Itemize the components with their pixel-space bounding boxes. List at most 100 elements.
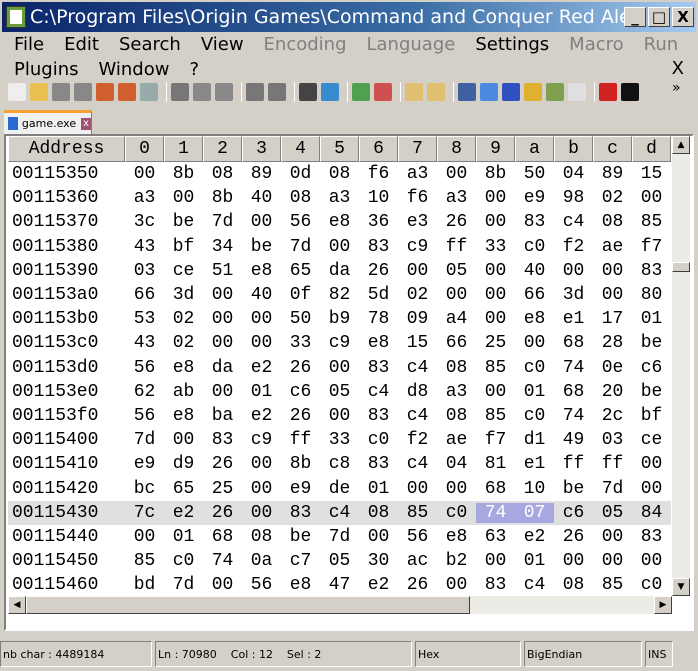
hex-byte[interactable]: 68 bbox=[554, 382, 593, 402]
hex-byte[interactable]: 00 bbox=[242, 333, 281, 353]
hex-byte[interactable]: e8 bbox=[320, 212, 359, 232]
sync-vertical-icon[interactable] bbox=[405, 83, 423, 101]
menu-edit[interactable]: Edit bbox=[64, 34, 99, 55]
hex-byte[interactable]: 00 bbox=[320, 237, 359, 257]
hex-byte[interactable]: da bbox=[320, 261, 359, 281]
hex-byte[interactable]: 00 bbox=[203, 309, 242, 329]
hex-byte[interactable]: 00 bbox=[632, 551, 671, 571]
hex-byte[interactable]: c0 bbox=[164, 551, 203, 571]
hex-byte[interactable]: 66 bbox=[437, 333, 476, 353]
hex-byte[interactable]: 00 bbox=[203, 382, 242, 402]
hex-byte[interactable]: 56 bbox=[125, 406, 164, 426]
hex-byte[interactable]: 49 bbox=[554, 430, 593, 450]
scroll-down-button[interactable]: ▼ bbox=[672, 578, 690, 596]
hex-byte[interactable]: 8b bbox=[476, 164, 515, 184]
hex-byte[interactable]: 01 bbox=[164, 527, 203, 547]
hex-byte[interactable]: 3d bbox=[164, 285, 203, 305]
hex-byte[interactable]: 65 bbox=[281, 261, 320, 281]
sync-horizontal-icon[interactable] bbox=[427, 83, 445, 101]
hex-byte[interactable]: 08 bbox=[359, 503, 398, 523]
hex-byte[interactable]: 00 bbox=[632, 188, 671, 208]
hex-byte[interactable]: 0f bbox=[281, 285, 320, 305]
hex-byte[interactable]: a3 bbox=[437, 188, 476, 208]
hex-byte[interactable]: 7d bbox=[164, 575, 203, 595]
hex-byte[interactable]: 74 bbox=[554, 358, 593, 378]
menu-view[interactable]: View bbox=[201, 34, 244, 55]
hex-byte[interactable]: e8 bbox=[242, 261, 281, 281]
hex-byte[interactable]: 85 bbox=[593, 575, 632, 595]
hex-byte[interactable]: 02 bbox=[164, 333, 203, 353]
hex-byte[interactable]: ff bbox=[554, 454, 593, 474]
hex-byte[interactable]: c7 bbox=[281, 551, 320, 571]
hex-byte[interactable]: e8 bbox=[164, 358, 203, 378]
hex-byte[interactable]: a3 bbox=[437, 382, 476, 402]
hex-byte[interactable]: 85 bbox=[476, 406, 515, 426]
hex-byte[interactable]: 00 bbox=[203, 285, 242, 305]
hex-byte[interactable]: 83 bbox=[203, 430, 242, 450]
hex-byte[interactable]: ae bbox=[437, 430, 476, 450]
hex-byte[interactable]: 08 bbox=[281, 188, 320, 208]
close-all-icon[interactable] bbox=[118, 83, 136, 101]
hex-byte[interactable]: c6 bbox=[281, 382, 320, 402]
hex-byte[interactable]: 80 bbox=[632, 285, 671, 305]
hex-byte[interactable]: 83 bbox=[632, 261, 671, 281]
cut-icon[interactable] bbox=[171, 83, 189, 101]
hex-byte[interactable]: a3 bbox=[125, 188, 164, 208]
hex-byte[interactable]: 08 bbox=[554, 575, 593, 595]
hex-byte[interactable]: 00 bbox=[242, 479, 281, 499]
function-list-icon[interactable] bbox=[568, 83, 586, 101]
hex-byte[interactable]: c8 bbox=[320, 454, 359, 474]
maximize-button[interactable]: □ bbox=[648, 7, 670, 27]
hex-byte[interactable]: 5d bbox=[359, 285, 398, 305]
hex-byte[interactable]: 26 bbox=[359, 261, 398, 281]
hex-byte[interactable]: 33 bbox=[320, 430, 359, 450]
hex-byte[interactable]: 08 bbox=[242, 527, 281, 547]
hex-byte[interactable]: e1 bbox=[554, 309, 593, 329]
paste-icon[interactable] bbox=[215, 83, 233, 101]
hex-byte[interactable]: e8 bbox=[164, 406, 203, 426]
hex-byte[interactable]: c6 bbox=[632, 358, 671, 378]
hex-byte[interactable]: e9 bbox=[515, 188, 554, 208]
hex-byte[interactable]: 00 bbox=[125, 527, 164, 547]
hex-byte[interactable]: 26 bbox=[398, 575, 437, 595]
hex-byte[interactable]: 84 bbox=[632, 503, 671, 523]
hex-byte[interactable]: 00 bbox=[632, 479, 671, 499]
hex-byte[interactable]: be bbox=[242, 237, 281, 257]
hex-byte[interactable]: 00 bbox=[320, 358, 359, 378]
show-all-chars-icon[interactable] bbox=[480, 83, 498, 101]
close-document-button[interactable]: X bbox=[672, 58, 684, 79]
hex-byte[interactable]: c4 bbox=[554, 212, 593, 232]
hex-byte[interactable]: 04 bbox=[437, 454, 476, 474]
hex-byte[interactable]: be bbox=[164, 212, 203, 232]
hex-byte[interactable]: 40 bbox=[242, 188, 281, 208]
hex-byte[interactable]: e3 bbox=[398, 212, 437, 232]
hex-byte[interactable]: c9 bbox=[320, 333, 359, 353]
hex-byte[interactable]: 28 bbox=[593, 333, 632, 353]
hex-byte[interactable]: 43 bbox=[125, 333, 164, 353]
hex-byte[interactable]: 00 bbox=[476, 285, 515, 305]
hex-byte[interactable]: 00 bbox=[242, 454, 281, 474]
hex-byte[interactable]: 83 bbox=[476, 575, 515, 595]
hex-byte[interactable]: 7c bbox=[125, 503, 164, 523]
hex-byte[interactable]: c4 bbox=[398, 454, 437, 474]
hex-byte[interactable]: 08 bbox=[437, 406, 476, 426]
hex-byte[interactable]: 89 bbox=[593, 164, 632, 184]
tab-game-exe[interactable]: game.exe x bbox=[4, 110, 92, 134]
hex-byte[interactable]: 74 bbox=[203, 551, 242, 571]
hex-byte[interactable]: 00 bbox=[437, 575, 476, 595]
hex-byte[interactable]: 00 bbox=[554, 261, 593, 281]
hex-editor[interactable]: Address 0 1 2 3 4 5 6 7 8 9 a b c d 00115350 00 8b 08 89 0d… bbox=[4, 134, 694, 631]
close-button[interactable]: X bbox=[672, 7, 694, 27]
hex-byte[interactable]: 00 bbox=[242, 503, 281, 523]
hex-byte[interactable]: 00 bbox=[632, 454, 671, 474]
scroll-right-button[interactable]: ▶ bbox=[654, 596, 672, 614]
vertical-scroll-thumb[interactable] bbox=[672, 262, 690, 272]
hex-byte[interactable]: 00 bbox=[203, 575, 242, 595]
hex-byte[interactable]: e2 bbox=[242, 406, 281, 426]
hex-byte[interactable]: 00 bbox=[593, 261, 632, 281]
hex-byte[interactable]: e2 bbox=[359, 575, 398, 595]
hex-byte[interactable]: bf bbox=[164, 237, 203, 257]
hex-byte[interactable]: 09 bbox=[398, 309, 437, 329]
hex-byte[interactable]: 50 bbox=[515, 164, 554, 184]
hex-byte[interactable]: e9 bbox=[281, 479, 320, 499]
